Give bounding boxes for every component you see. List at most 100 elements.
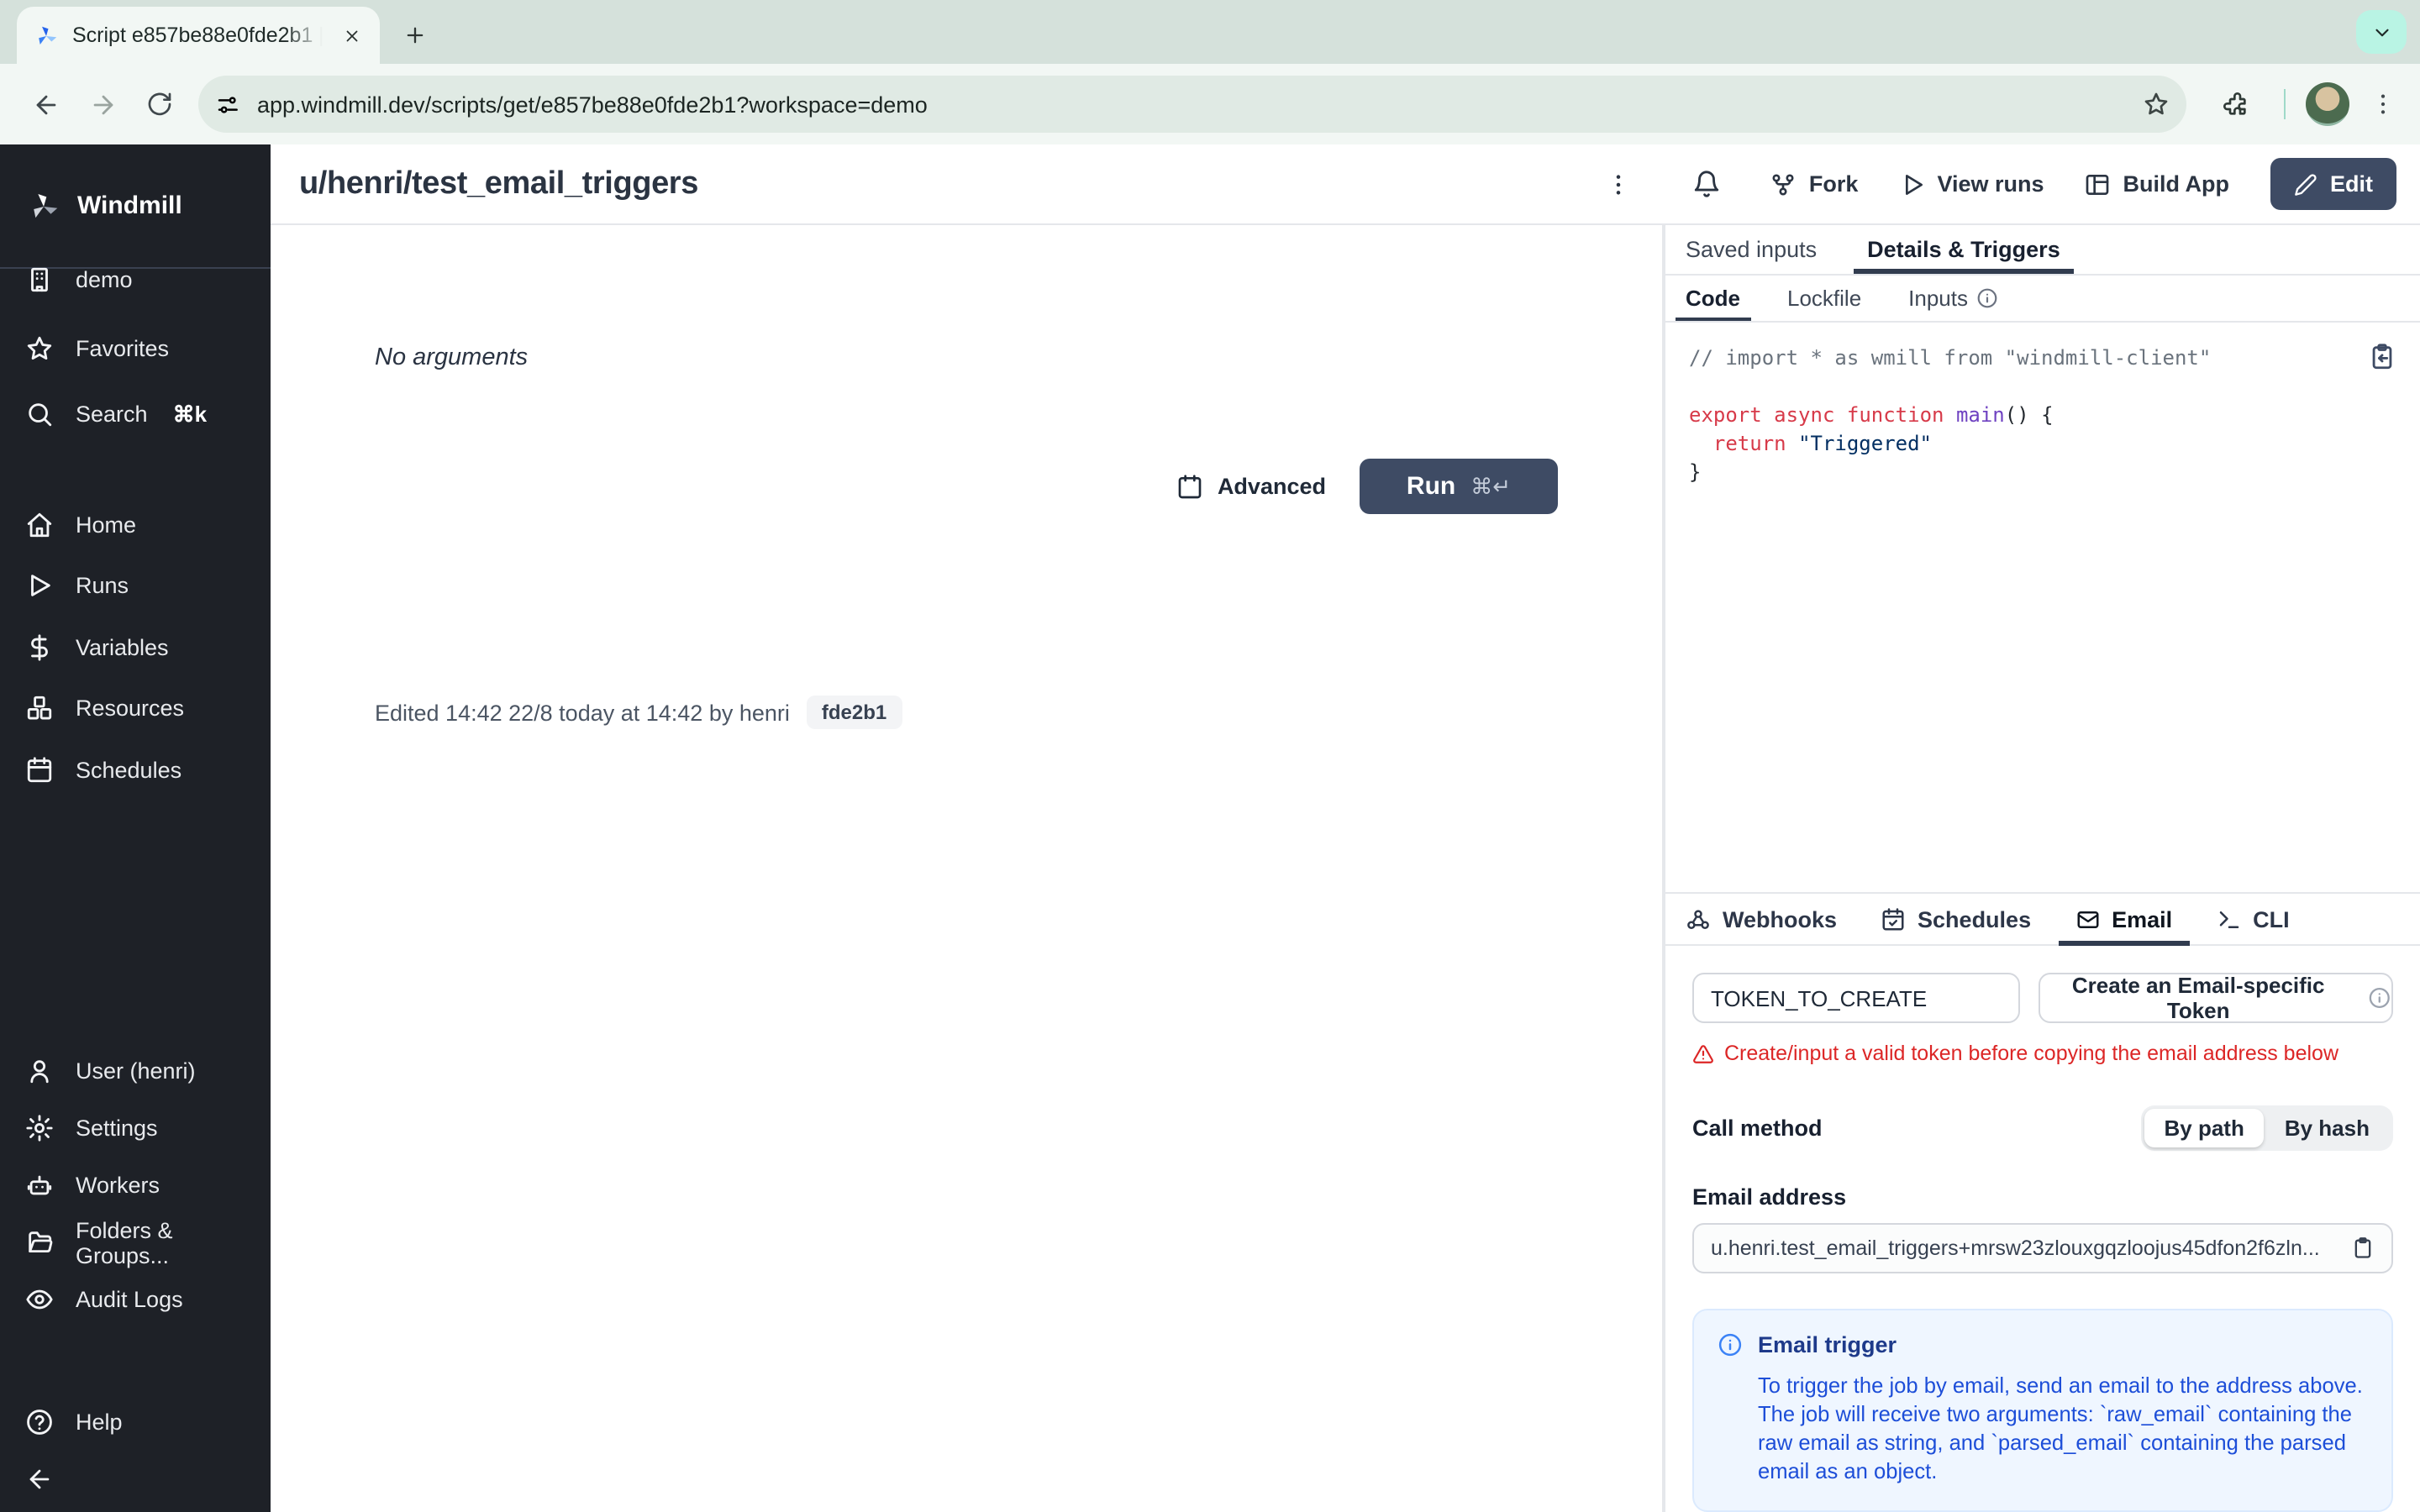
extensions-icon[interactable]	[2207, 76, 2264, 133]
run-button[interactable]: Run ⌘↵	[1360, 459, 1558, 514]
chrome-toolbar-toggle[interactable]	[2356, 10, 2407, 54]
call-method-row: Call method By path By hash	[1692, 1105, 2393, 1151]
create-email-token-button[interactable]: Create an Email-specific Token	[2039, 973, 2393, 1023]
email-address-field[interactable]: u.henri.test_email_triggers+mrsw23zlouxg…	[1692, 1223, 2393, 1273]
sidebar-item-help[interactable]: Help	[0, 1391, 271, 1453]
sidebar-item-schedules[interactable]: Schedules	[0, 739, 271, 801]
webhook-icon	[1687, 909, 1709, 928]
sidebar: Windmill demo Favorites Search ⌘k Home R…	[0, 144, 271, 1512]
build-app-button[interactable]: Build App	[2085, 171, 2230, 197]
advanced-button[interactable]: Advanced	[1177, 473, 1326, 500]
build-app-label: Build App	[2123, 171, 2230, 197]
toolbar-separator	[2284, 89, 2286, 119]
boxes-icon	[27, 696, 52, 720]
tab-webhooks[interactable]: Webhooks	[1682, 894, 1840, 944]
infobox-body: To trigger the job by email, send an ema…	[1758, 1373, 2363, 1483]
reload-button[interactable]	[131, 76, 188, 133]
sidebar-item-workers[interactable]: Workers	[0, 1154, 271, 1216]
mail-icon	[2076, 911, 2098, 927]
script-hash-badge[interactable]: fde2b1	[806, 696, 902, 729]
info-icon	[1718, 1333, 1742, 1357]
sidebar-item-label: Home	[76, 512, 137, 538]
by-path-option[interactable]: By path	[2144, 1109, 2265, 1147]
sidebar-item-search[interactable]: Search ⌘k	[0, 383, 271, 445]
help-icon	[27, 1410, 52, 1435]
sidebar-item-label: Help	[76, 1410, 123, 1435]
sidebar-item-label: Resources	[76, 696, 185, 721]
profile-avatar[interactable]	[2306, 82, 2349, 126]
pencil-icon	[2294, 173, 2316, 195]
tab-details-triggers[interactable]: Details & Triggers	[1854, 225, 2074, 274]
more-menu-icon[interactable]	[1596, 160, 1643, 207]
sidebar-item-variables[interactable]: Variables	[0, 617, 271, 679]
sidebar-item-audit-logs[interactable]: Audit Logs	[0, 1268, 271, 1331]
edited-row: Edited 14:42 22/8 today at 14:42 by henr…	[375, 696, 902, 729]
notifications-bell-icon[interactable]	[1683, 160, 1730, 207]
edit-button[interactable]: Edit	[2270, 158, 2396, 210]
url-bar[interactable]: app.windmill.dev/scripts/get/e857be88e0f…	[198, 76, 2186, 133]
building-icon	[31, 267, 48, 292]
email-address-value: u.henri.test_email_triggers+mrsw23zlouxg…	[1711, 1236, 2320, 1260]
token-input[interactable]	[1692, 973, 2020, 1023]
calendar-icon	[27, 757, 52, 783]
sidebar-item-user[interactable]: User (henri)	[0, 1040, 271, 1102]
sidebar-item-label: User (henri)	[76, 1058, 196, 1084]
bookmark-star-icon[interactable]	[2143, 91, 2170, 118]
token-row: Create an Email-specific Token	[1692, 973, 2393, 1023]
new-tab-button[interactable]	[393, 13, 437, 57]
windmill-favicon	[39, 25, 57, 44]
by-hash-option[interactable]: By hash	[2265, 1109, 2390, 1147]
sidebar-item-runs[interactable]: Runs	[0, 554, 271, 617]
email-trigger-infobox: Email trigger To trigger the job by emai…	[1692, 1309, 2393, 1512]
sidebar-item-workspace[interactable]: demo	[0, 249, 271, 311]
infobox-title: Email trigger	[1758, 1332, 1897, 1357]
layout-panel-icon	[2086, 174, 2109, 194]
info-icon	[1977, 288, 1997, 308]
sidebar-collapse-button[interactable]	[0, 1448, 271, 1510]
sidebar-item-settings[interactable]: Settings	[0, 1097, 271, 1159]
sidebar-item-label: Folders & Groups...	[76, 1217, 173, 1268]
tab-cli[interactable]: CLI	[2212, 894, 2293, 944]
view-runs-label: View runs	[1937, 171, 2044, 197]
tab-close-icon[interactable]	[336, 20, 366, 50]
search-shortcut: ⌘k	[172, 401, 208, 426]
sidebar-item-folders-groups[interactable]: Folders & Groups...	[0, 1211, 271, 1273]
chrome-menu-icon[interactable]	[2370, 91, 2396, 118]
code-viewer: // import * as wmill from "windmill-clie…	[1665, 323, 2420, 892]
sidebar-item-favorites[interactable]: Favorites	[0, 318, 271, 380]
forward-button[interactable]	[74, 76, 131, 133]
sidebar-item-label: Workers	[76, 1173, 160, 1198]
page-title: u/henri/test_email_triggers	[299, 165, 698, 201]
header-actions: Fork View runs Build App Edit	[1596, 158, 2396, 210]
sidebar-item-label: Search	[76, 402, 148, 427]
subtab-lockfile[interactable]: Lockfile	[1784, 276, 1865, 321]
search-icon	[29, 403, 52, 427]
panel-tabs: Saved inputs Details & Triggers	[1665, 225, 2420, 276]
site-settings-icon[interactable]	[215, 92, 240, 117]
trigger-tabs: Webhooks Schedules Email CLI	[1665, 892, 2420, 946]
run-label: Run	[1406, 472, 1456, 501]
copy-code-button[interactable]	[2368, 343, 2396, 371]
copy-email-button[interactable]	[2351, 1236, 2375, 1260]
eye-icon	[26, 1289, 53, 1310]
screen: Script e857be88e0fde2b1 | W app.windmill…	[0, 0, 2420, 1512]
subtab-code[interactable]: Code	[1676, 276, 1749, 321]
sidebar-item-home[interactable]: Home	[0, 494, 271, 556]
subtab-inputs-label: Inputs	[1908, 286, 1968, 311]
tab-webhooks-label: Webhooks	[1723, 906, 1838, 932]
dollar-icon	[31, 634, 48, 661]
code-comment: // import * as wmill from "windmill-clie…	[1689, 346, 2212, 370]
subtab-inputs[interactable]: Inputs	[1905, 276, 2002, 321]
browser-tab[interactable]: Script e857be88e0fde2b1 | W	[17, 7, 380, 64]
view-runs-button[interactable]: View runs	[1898, 171, 2044, 197]
sidebar-item-resources[interactable]: Resources	[0, 677, 271, 739]
windmill-logo-icon	[34, 193, 58, 218]
tab-saved-inputs[interactable]: Saved inputs	[1682, 225, 1820, 274]
fork-button[interactable]: Fork	[1770, 171, 1858, 197]
back-button[interactable]	[17, 76, 74, 133]
tab-schedules[interactable]: Schedules	[1877, 894, 2034, 944]
tab-email[interactable]: Email	[2058, 894, 2190, 946]
run-row: Advanced Run ⌘↵	[1177, 459, 1558, 514]
url-text: app.windmill.dev/scripts/get/e857be88e0f…	[257, 92, 928, 117]
main-pane: No arguments Advanced Run ⌘↵ Edited 14:4…	[271, 225, 1664, 1512]
